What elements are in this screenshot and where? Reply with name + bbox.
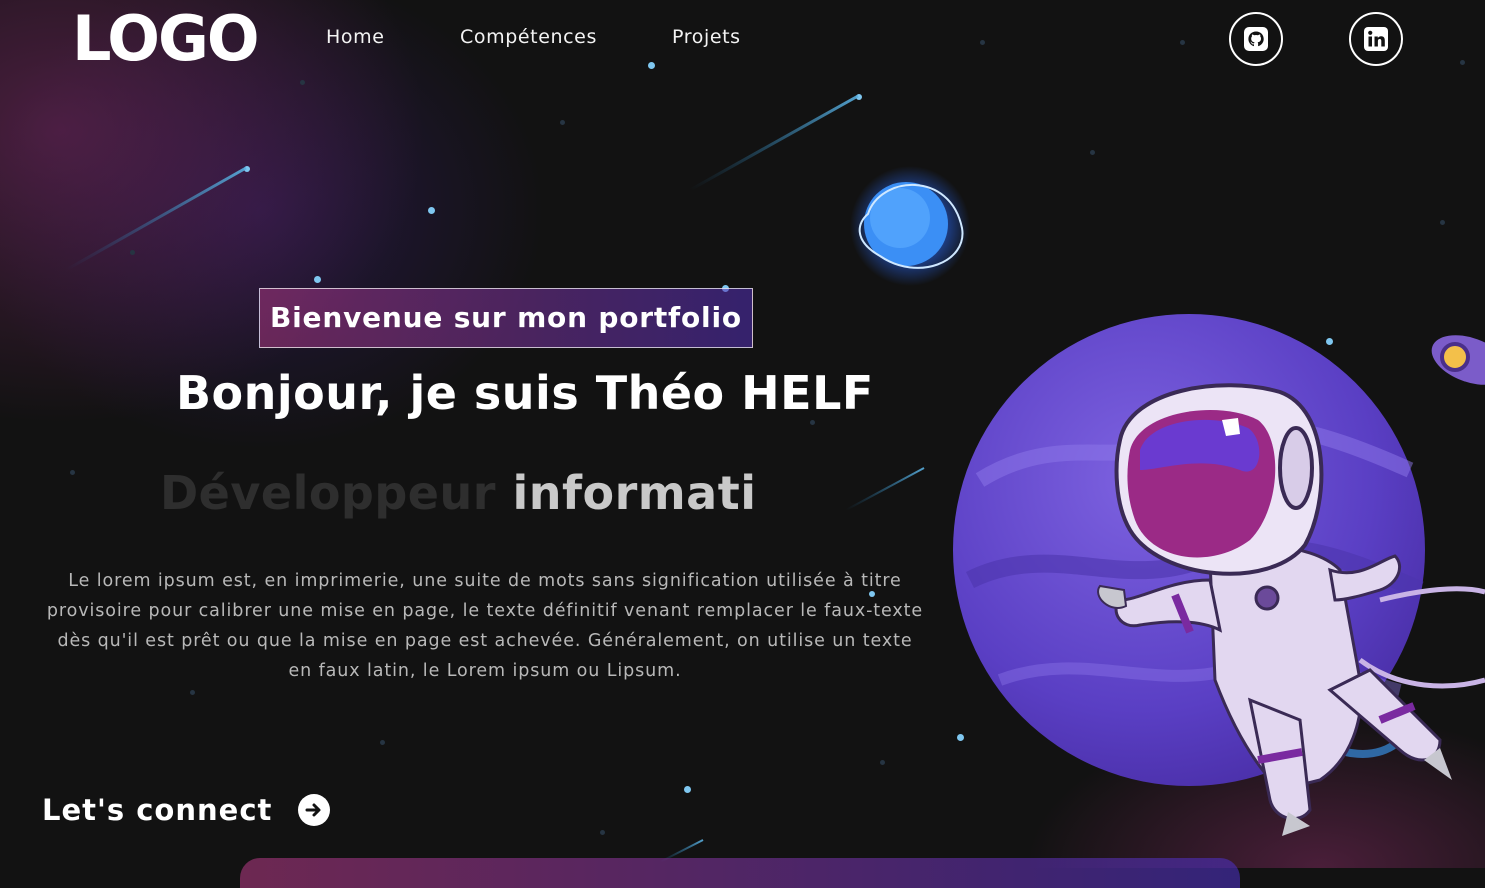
hero-headline: Bonjour, je suis Théo HELF <box>176 366 874 420</box>
typing-active-text: informati <box>512 466 757 520</box>
nav-link-projets[interactable]: Projets <box>672 26 741 48</box>
intro-paragraph: Le lorem ipsum est, en imprimerie, une s… <box>46 571 924 681</box>
lets-connect-label: Let's connect <box>42 793 273 827</box>
linkedin-button[interactable] <box>1349 12 1403 66</box>
lets-connect-button[interactable]: Let's connect <box>42 793 331 827</box>
navbar: LOGO Home Compétences Projets <box>0 0 1485 80</box>
nav-link-competences[interactable]: Compétences <box>460 26 597 48</box>
next-section-edge <box>240 858 1240 888</box>
arrow-right-circle-icon <box>298 794 331 826</box>
nav-link-home[interactable]: Home <box>326 26 385 48</box>
welcome-tagline: Bienvenue sur mon portfolio <box>259 288 753 348</box>
space-illustration <box>65 94 1485 863</box>
shooting-star <box>65 166 247 272</box>
site-logo[interactable]: LOGO <box>72 2 260 75</box>
shooting-star <box>845 467 925 511</box>
glowing-planet <box>850 166 970 286</box>
rocket-illustration <box>1431 335 1485 385</box>
github-icon <box>1244 27 1268 51</box>
typing-faded-text: Développeur <box>160 466 513 520</box>
shooting-star <box>689 94 859 192</box>
github-button[interactable] <box>1229 12 1283 66</box>
typing-rotator: Développeur informati <box>160 466 756 520</box>
linkedin-icon <box>1364 27 1388 51</box>
